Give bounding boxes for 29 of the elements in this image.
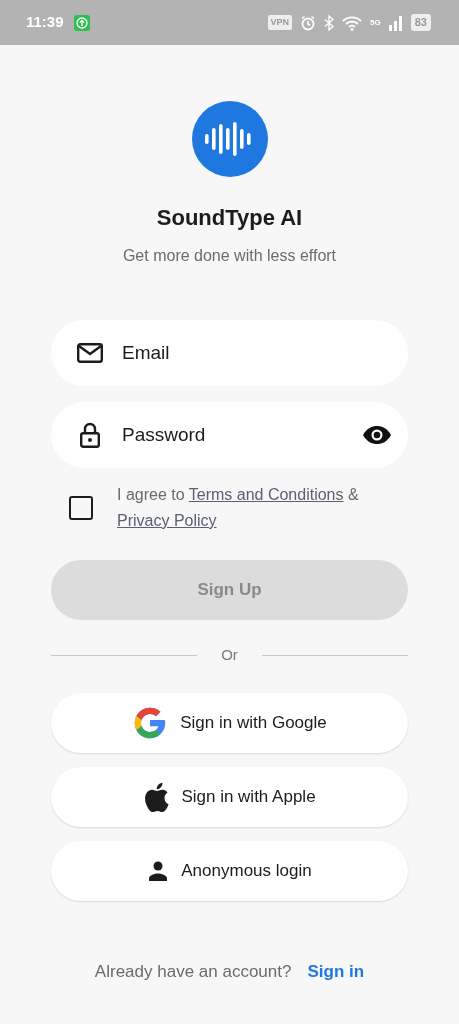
apple-sign-in-button[interactable]: Sign in with Apple <box>51 766 408 827</box>
sign-in-link[interactable]: Sign in <box>307 958 365 984</box>
clock-text: 11:39 <box>26 12 64 33</box>
vpn-badge: VPN <box>267 14 293 31</box>
google-sign-in-button[interactable]: Sign in with Google <box>51 692 408 753</box>
wifi-icon <box>342 14 363 31</box>
battery-indicator: 83 <box>410 14 431 31</box>
account-prompt-text: Already have an account? <box>94 960 292 983</box>
arrow-up-icon <box>73 14 90 31</box>
privacy-link[interactable]: Privacy Policy <box>117 512 217 529</box>
email-field[interactable]: Email <box>51 320 408 386</box>
app-tagline: Get more done with less effort <box>122 246 337 266</box>
or-text: Or <box>221 645 238 665</box>
apple-logo-icon <box>143 781 170 812</box>
agree-checkbox[interactable] <box>69 496 93 520</box>
network-type-text: 5G <box>370 16 381 29</box>
padlock-icon <box>77 422 103 448</box>
envelope-icon <box>77 343 103 363</box>
alarm-clock-icon <box>300 14 317 31</box>
app-title: SoundType AI <box>156 204 303 232</box>
bluetooth-icon <box>324 14 335 31</box>
person-icon <box>147 859 170 882</box>
anonymous-login-button[interactable]: Anonymous login <box>51 840 408 901</box>
password-field[interactable]: Password <box>51 402 408 468</box>
sound-wave-icon <box>205 119 254 159</box>
terms-link[interactable]: Terms and Conditions <box>188 486 344 503</box>
signal-icon <box>388 14 403 31</box>
agreement-text: I agree to Terms and Conditions & Privacy Policy <box>117 485 360 531</box>
eye-icon[interactable] <box>362 425 392 445</box>
